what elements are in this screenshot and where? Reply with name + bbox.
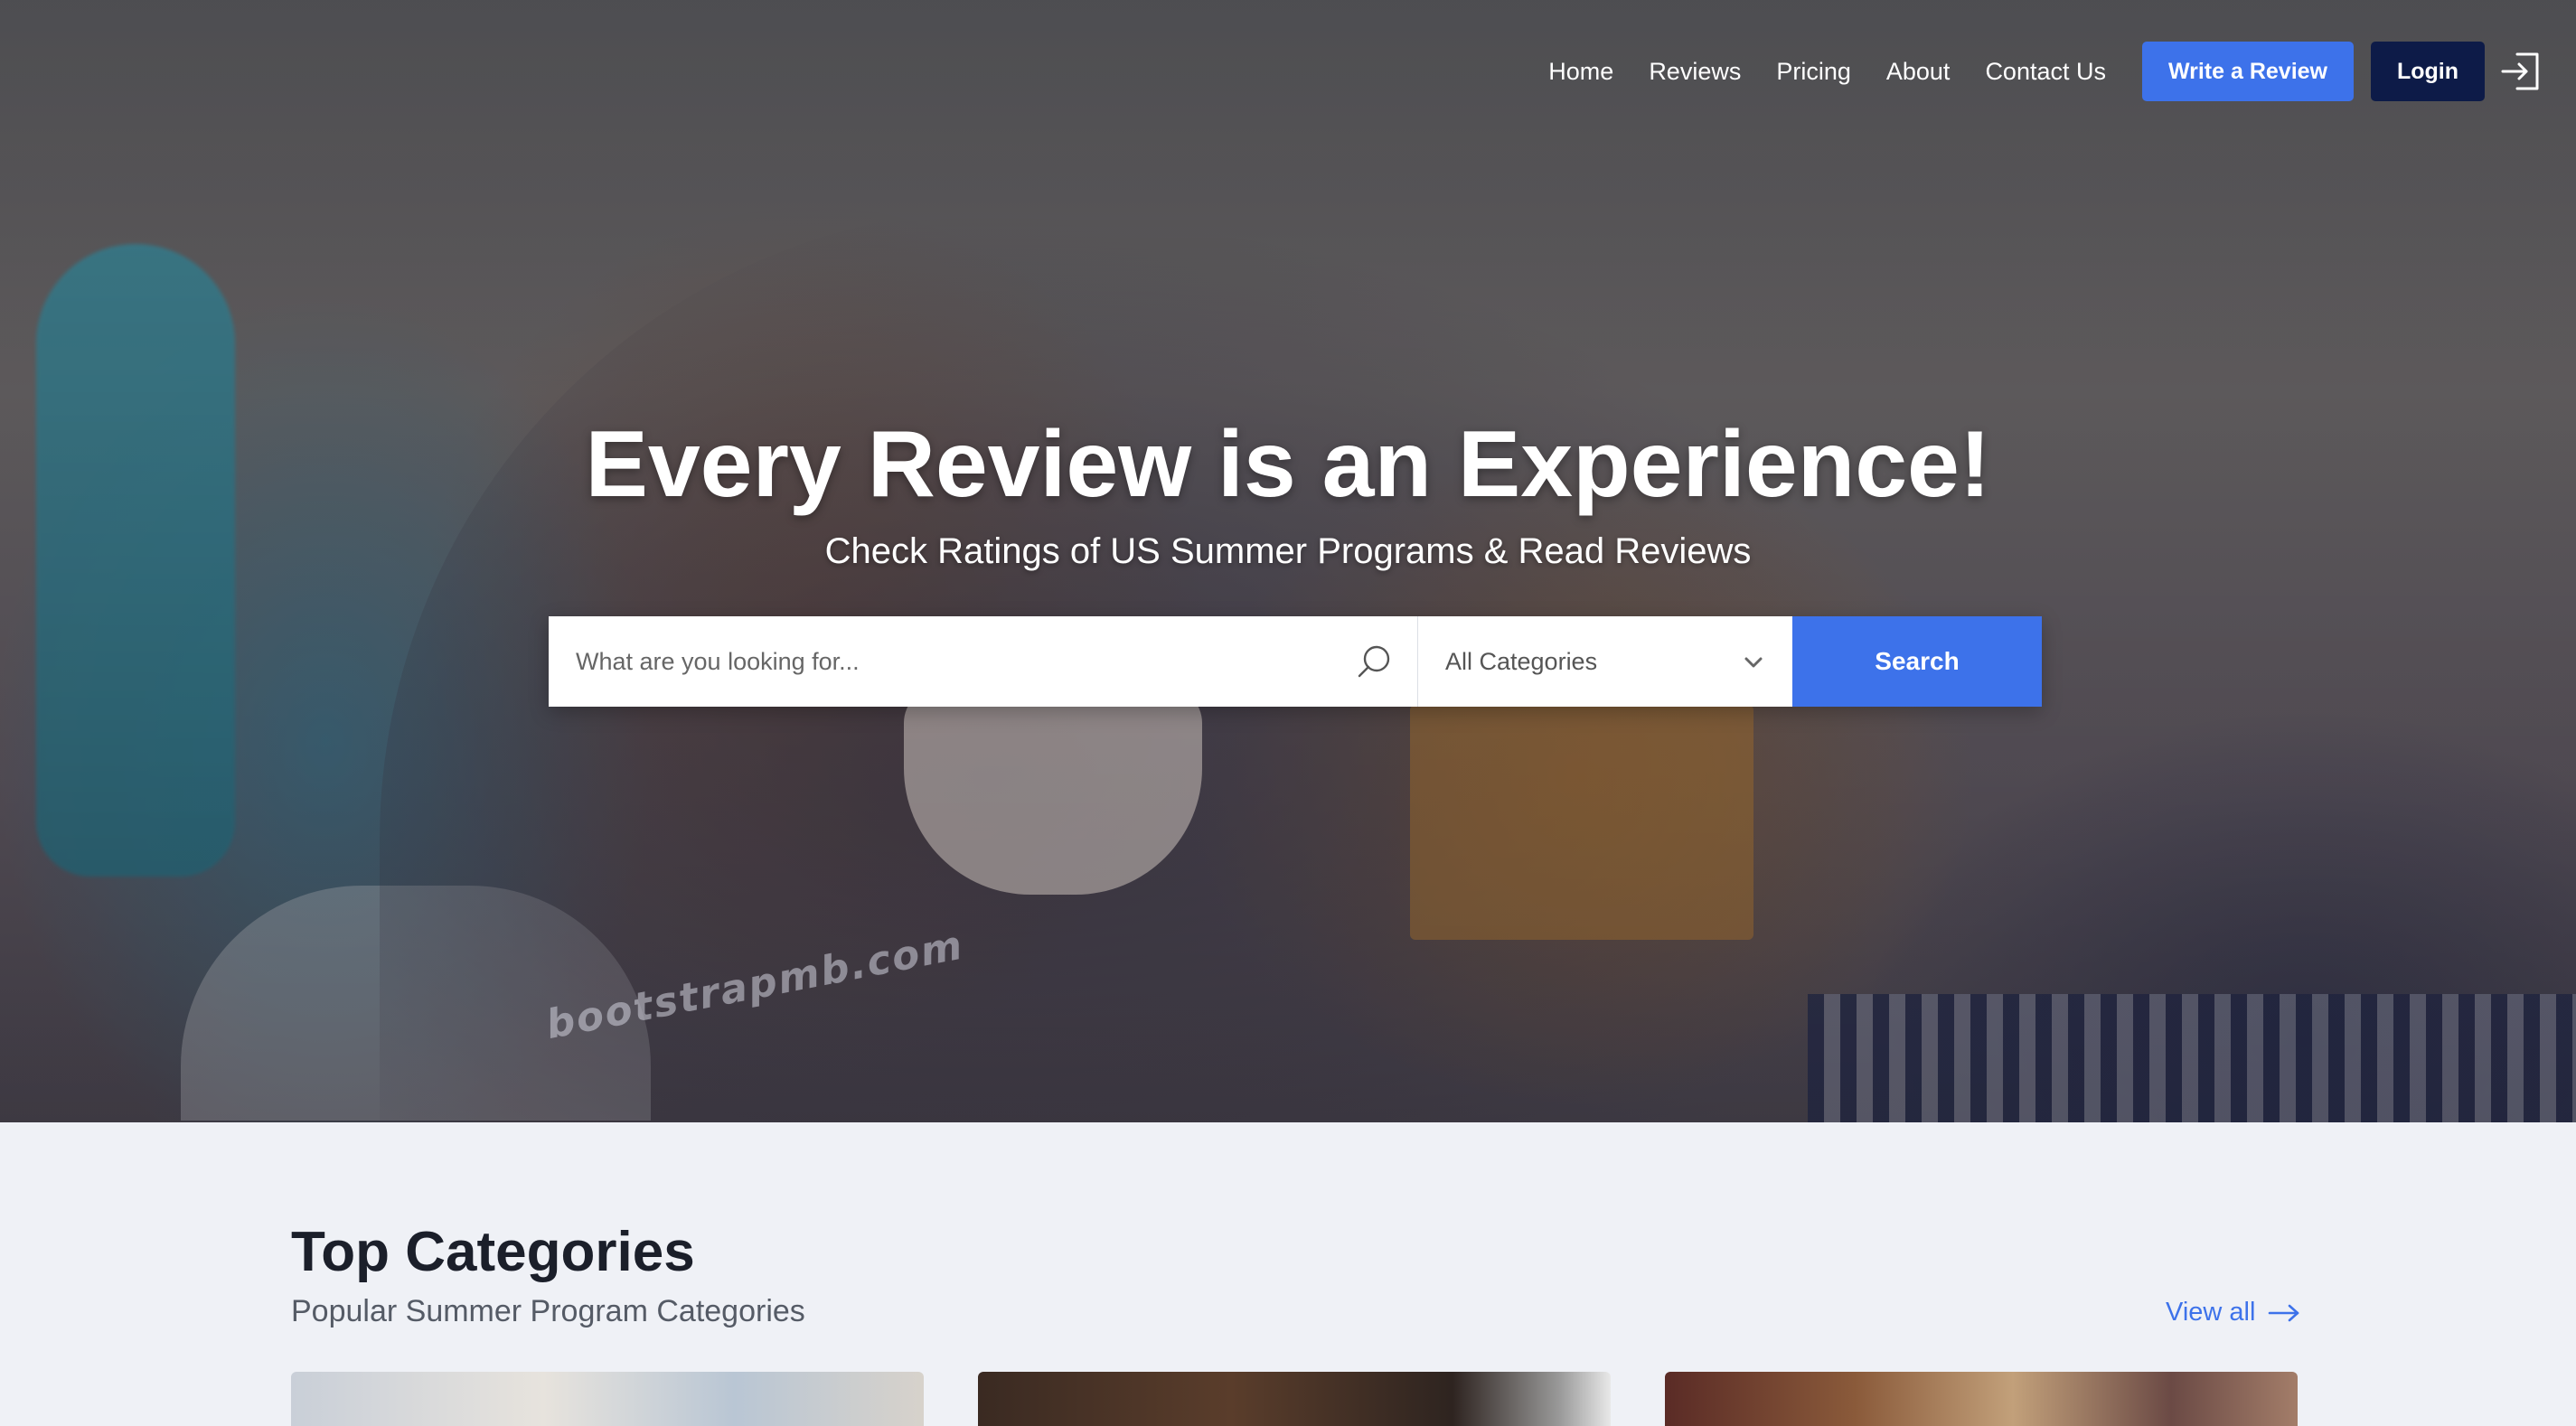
search-button[interactable]: Search	[1792, 616, 2042, 707]
nav-links: Home Reviews Pricing About Contact Us	[1548, 40, 2106, 103]
hero-title: Every Review is an Experience!	[585, 412, 1991, 517]
category-card[interactable]	[1665, 1372, 2298, 1426]
view-all-label: View all	[2166, 1298, 2256, 1327]
login-button[interactable]: Login	[2371, 42, 2485, 101]
section-subtitle: Popular Summer Program Categories	[291, 1294, 805, 1328]
category-card[interactable]	[291, 1372, 924, 1426]
view-all-link[interactable]: View all	[2166, 1298, 2300, 1327]
search-input[interactable]	[549, 616, 1353, 707]
nav-link-pricing[interactable]: Pricing	[1776, 58, 1851, 86]
category-select[interactable]: All Categories	[1418, 616, 1792, 707]
section-title: Top Categories	[291, 1221, 695, 1283]
category-card[interactable]	[978, 1372, 1611, 1426]
arrow-right-icon	[2269, 1304, 2299, 1321]
search-icon[interactable]	[1356, 643, 1392, 680]
nav-link-home[interactable]: Home	[1548, 58, 1613, 86]
chevron-down-icon	[1744, 657, 1763, 668]
write-review-button[interactable]: Write a Review	[2142, 42, 2354, 101]
nav-link-reviews[interactable]: Reviews	[1649, 58, 1741, 86]
search-bar: All Categories Search	[549, 616, 2042, 707]
category-select-value: All Categories	[1445, 647, 1598, 675]
nav-link-about[interactable]: About	[1886, 58, 1951, 86]
hero-subtitle: Check Ratings of US Summer Programs & Re…	[824, 531, 1752, 571]
search-field	[549, 616, 1418, 707]
nav-link-contact-us[interactable]: Contact Us	[1985, 58, 2106, 86]
top-navigation: Home Reviews Pricing About Contact Us Wr…	[0, 40, 2576, 103]
sign-in-icon[interactable]	[2499, 49, 2543, 94]
hero-section: bootstrapmb.com Home Reviews Pricing Abo…	[0, 0, 2576, 1122]
